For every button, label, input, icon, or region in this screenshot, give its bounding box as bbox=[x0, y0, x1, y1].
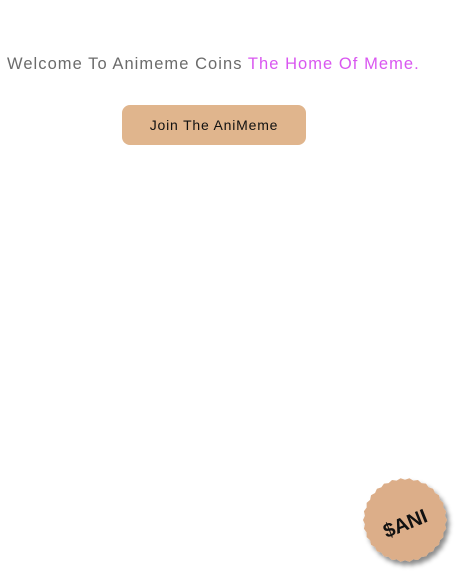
welcome-text: Welcome To Animeme Coins bbox=[7, 55, 243, 73]
ani-coin-badge[interactable]: $ANI bbox=[358, 473, 458, 573]
ani-coin-icon: $ANI bbox=[363, 478, 447, 562]
join-animeme-button[interactable]: Join The AniMeme bbox=[122, 105, 306, 145]
hero-headline: Welcome To Animeme Coins The Home Of Mem… bbox=[7, 54, 420, 74]
tagline-text: The Home Of Meme. bbox=[247, 55, 420, 73]
